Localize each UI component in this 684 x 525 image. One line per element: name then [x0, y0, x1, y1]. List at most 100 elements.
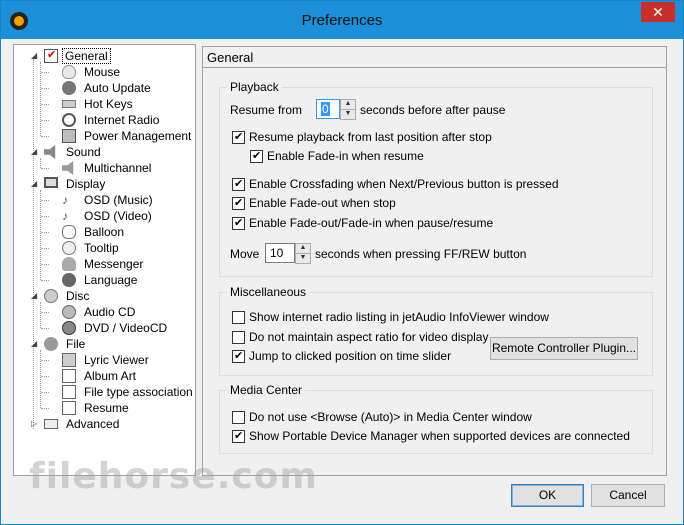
media-center-group-title: Media Center: [227, 383, 306, 397]
aspect-ratio-label[interactable]: Do not maintain aspect ratio for video d…: [249, 330, 488, 344]
title-bar[interactable]: Preferences ✕: [1, 1, 683, 39]
multichannel-icon: [62, 161, 74, 175]
tree-item-label: Resume: [84, 401, 129, 415]
tree-line: [41, 88, 49, 89]
disc-icon: [44, 289, 58, 303]
cancel-button[interactable]: Cancel: [591, 484, 665, 507]
spin-down-icon[interactable]: ▼: [340, 109, 356, 120]
update-icon: [62, 81, 76, 95]
messenger-icon: [62, 257, 76, 271]
tree-item-label: Balloon: [84, 225, 125, 239]
browse-auto-checkbox[interactable]: [232, 411, 245, 424]
radio-listing-checkbox[interactable]: [232, 311, 245, 324]
aspect-ratio-checkbox[interactable]: [232, 331, 245, 344]
tree-item-label: Multichannel: [84, 161, 152, 175]
move-seconds-stepper[interactable]: ▲ ▼: [295, 243, 311, 264]
album-art-icon: [62, 369, 76, 383]
tree-line: [41, 408, 49, 409]
tree-line: [41, 136, 49, 137]
dvd-icon: [62, 321, 76, 335]
osd-video-icon: ♪: [62, 209, 68, 223]
file-type-icon: [62, 385, 76, 399]
collapse-icon[interactable]: ◢: [31, 148, 39, 156]
portable-device-checkbox[interactable]: [232, 429, 245, 443]
portable-device-label[interactable]: Show Portable Device Manager when suppor…: [249, 429, 630, 443]
mouse-icon: [62, 65, 76, 79]
jump-slider-checkbox[interactable]: [232, 349, 245, 363]
resume-from-value: 0: [321, 102, 330, 116]
window-title: Preferences: [301, 12, 383, 29]
tree-line: [41, 360, 49, 361]
tree-item-label: Messenger: [84, 257, 144, 271]
tree-item-label: Mouse: [84, 65, 121, 79]
fade-pause-label[interactable]: Enable Fade-out/Fade-in when pause/resum…: [249, 216, 493, 230]
tree-item-label: Auto Update: [84, 81, 151, 95]
tree-line: [41, 168, 49, 169]
preferences-window: Preferences ✕ ◢ ✔ General Mouse Auto Upd…: [0, 0, 684, 525]
keyboard-icon: [62, 100, 76, 108]
remote-controller-plugin-button[interactable]: Remote Controller Plugin...: [490, 337, 638, 360]
spin-down-icon[interactable]: ▼: [295, 253, 311, 264]
fadeout-stop-checkbox[interactable]: [232, 196, 245, 210]
tree-line: [41, 264, 49, 265]
tree-item-label: File: [66, 337, 86, 351]
tree-item-general[interactable]: ◢ ✔ General: [14, 48, 194, 64]
radio-icon: [62, 113, 76, 127]
advanced-icon: [44, 419, 58, 429]
tree-item-label: Power Management: [84, 129, 192, 143]
file-icon: [44, 337, 58, 351]
tree-line: [41, 200, 49, 201]
crossfading-label[interactable]: Enable Crossfading when Next/Previous bu…: [249, 177, 559, 191]
tree-line: [41, 312, 49, 313]
tree-line: [41, 376, 49, 377]
monitor-icon: [44, 177, 58, 188]
resume-icon: [62, 401, 76, 415]
resume-playback-label[interactable]: Resume playback from last position after…: [249, 130, 492, 144]
tree-item-label: Album Art: [84, 369, 137, 383]
browse-auto-label[interactable]: Do not use <Browse (Auto)> in Media Cent…: [249, 410, 532, 424]
tree-item-label: General: [62, 48, 111, 64]
resume-from-stepper[interactable]: ▲ ▼: [340, 99, 356, 120]
collapse-icon[interactable]: ◢: [31, 340, 39, 348]
move-seconds-value: 10: [270, 246, 284, 260]
balloon-icon: [62, 225, 76, 239]
resume-playback-checkbox[interactable]: [232, 130, 245, 144]
tree-line: [41, 120, 49, 121]
tree-line: [33, 59, 34, 429]
osd-music-icon: ♪: [62, 193, 68, 207]
checklist-icon: ✔: [44, 49, 58, 63]
speaker-icon: [44, 145, 56, 159]
miscellaneous-group-title: Miscellaneous: [227, 285, 310, 299]
crossfading-checkbox[interactable]: [232, 177, 245, 191]
fade-pause-checkbox[interactable]: [232, 216, 245, 230]
watermark-logo: filehorse.com: [29, 456, 318, 497]
tree-item-label: Tooltip: [84, 241, 119, 255]
collapse-icon[interactable]: ◢: [31, 292, 39, 300]
tree-line: [40, 158, 41, 168]
category-tree[interactable]: ◢ ✔ General Mouse Auto Update Hot Keys I…: [13, 44, 196, 476]
tree-item-label: OSD (Video): [84, 209, 152, 223]
ok-button[interactable]: OK: [511, 484, 584, 507]
jump-slider-label[interactable]: Jump to clicked position on time slider: [249, 349, 451, 363]
resume-from-input[interactable]: 0: [316, 99, 340, 119]
tree-line: [41, 72, 49, 73]
panel-header: General: [203, 47, 666, 68]
tree-item-label: File type association: [84, 385, 193, 399]
expand-icon[interactable]: ▷: [31, 420, 39, 428]
tree-item-label: Lyric Viewer: [84, 353, 149, 367]
fadein-resume-checkbox[interactable]: [250, 149, 263, 163]
cd-icon: [62, 305, 76, 319]
radio-listing-label[interactable]: Show internet radio listing in jetAudio …: [249, 310, 549, 324]
move-suffix-label: seconds when pressing FF/REW button: [315, 247, 527, 261]
close-button[interactable]: ✕: [641, 2, 675, 22]
move-seconds-input[interactable]: 10: [265, 243, 295, 263]
tree-item-label: Audio CD: [84, 305, 136, 319]
miscellaneous-group: Miscellaneous Show internet radio listin…: [219, 285, 653, 376]
collapse-icon[interactable]: ◢: [31, 52, 39, 60]
fadein-resume-label[interactable]: Enable Fade-in when resume: [267, 149, 424, 163]
tree-item-label: Hot Keys: [84, 97, 133, 111]
fadeout-stop-label[interactable]: Enable Fade-out when stop: [249, 196, 396, 210]
resume-from-label: Resume from: [230, 103, 303, 117]
resume-suffix-label: seconds before after pause: [360, 103, 506, 117]
collapse-icon[interactable]: ◢: [31, 180, 39, 188]
